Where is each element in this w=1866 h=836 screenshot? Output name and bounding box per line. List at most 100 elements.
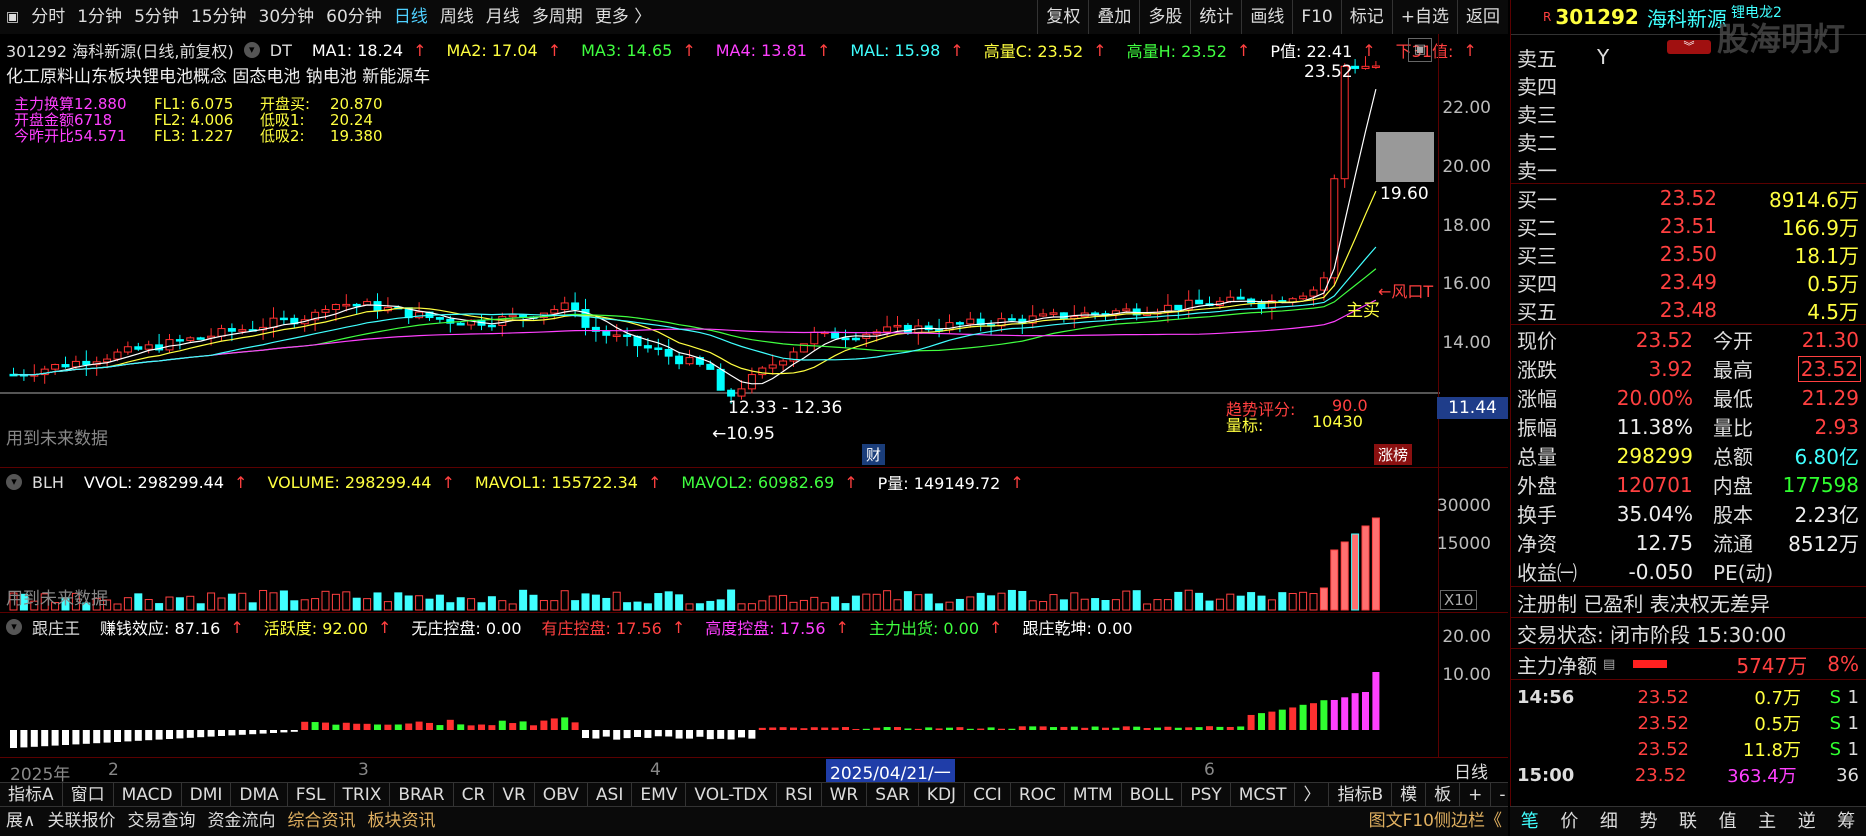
indicator-tab-13[interactable]: VOL-TDX: [686, 783, 777, 807]
volume-bar: [1185, 590, 1192, 610]
volume-bar: [1196, 593, 1203, 610]
menu-icon[interactable]: ▣: [0, 0, 25, 34]
indicator-tab-12[interactable]: EMV: [632, 783, 686, 807]
period-tab-2[interactable]: 5分钟: [128, 0, 185, 34]
quote-tab-4[interactable]: 联: [1668, 807, 1708, 836]
indicator-tab-16[interactable]: SAR: [867, 783, 919, 807]
stat-key: 收益㈠: [1511, 557, 1583, 586]
indicator-tab-17[interactable]: KDJ: [919, 783, 965, 807]
stat-row-5: 外盘120701内盘177598: [1511, 470, 1866, 499]
finance-badge[interactable]: 财: [862, 444, 885, 465]
indicator-tab-18[interactable]: CCI: [965, 783, 1011, 807]
indicator-tab-20[interactable]: MTM: [1065, 783, 1122, 807]
candlestick-chart[interactable]: [0, 34, 1440, 467]
volume-bar: [447, 603, 454, 610]
quote-tab-6[interactable]: 主: [1747, 807, 1787, 836]
status-tab-1[interactable]: 关联报价: [41, 807, 121, 836]
list-icon[interactable]: ▤: [1603, 657, 1615, 672]
indicator-tab-14[interactable]: RSI: [777, 783, 822, 807]
candle: [41, 366, 48, 384]
zhuang-bar: [343, 723, 350, 730]
indicator-tab-2[interactable]: MACD: [114, 783, 182, 807]
indicator-tab-24[interactable]: 〉: [1295, 783, 1329, 807]
indicator-tab-0[interactable]: 指标A: [0, 783, 63, 807]
candle-body: [707, 364, 714, 369]
period-tab-6[interactable]: 日线: [388, 0, 434, 34]
quote-tab-2[interactable]: 细: [1589, 807, 1629, 836]
indicator-tab-26[interactable]: 模: [1392, 783, 1426, 807]
tick-list[interactable]: 14:5623.520.7万S123.520.5万S123.5211.8万S11…: [1511, 680, 1866, 788]
toolbar-button-2[interactable]: 多股: [1139, 0, 1190, 34]
quote-tab-7[interactable]: 逆: [1787, 807, 1827, 836]
volume-bar: [1310, 594, 1317, 610]
indicator-tab-1[interactable]: 窗口: [63, 783, 114, 807]
volume-chart[interactable]: [0, 468, 1440, 613]
period-tab-9[interactable]: 多周期: [526, 0, 589, 34]
status-tab-4[interactable]: 综合资讯: [281, 807, 361, 836]
indicator-tab-28[interactable]: +: [1460, 783, 1491, 807]
quote-tab-5[interactable]: 值: [1708, 807, 1748, 836]
indicator-tab-11[interactable]: ASI: [588, 783, 632, 807]
indicator-tab-15[interactable]: WR: [822, 783, 868, 807]
zhuang-bar: [572, 722, 579, 730]
f10-sidebar-link[interactable]: 图文F10侧边栏《: [1363, 807, 1508, 836]
indicator-tab-4[interactable]: DMA: [231, 783, 287, 807]
indicator-tab-25[interactable]: 指标B: [1329, 783, 1392, 807]
quote-tab-1[interactable]: 价: [1550, 807, 1590, 836]
toolbar-button-3[interactable]: 统计: [1190, 0, 1241, 34]
indicator-tab-9[interactable]: VR: [494, 783, 534, 807]
toolbar-button-5[interactable]: F10: [1292, 0, 1340, 34]
period-tab-3[interactable]: 15分钟: [185, 0, 253, 34]
tick-row-2: 23.5211.8万S1: [1511, 736, 1866, 762]
period-tab-4[interactable]: 30分钟: [253, 0, 321, 34]
stat-key: 涨跌: [1511, 354, 1583, 383]
buy-label: 买一: [1511, 184, 1597, 213]
indicator-tab-6[interactable]: TRIX: [335, 783, 391, 807]
toolbar-button-6[interactable]: 标记: [1341, 0, 1392, 34]
indicator-tab-7[interactable]: BRAR: [390, 783, 453, 807]
tick-row-3: 15:0023.52363.4万36: [1511, 762, 1866, 788]
indicator-tab-27[interactable]: 板: [1426, 783, 1460, 807]
candle-body: [717, 369, 724, 390]
toolbar-button-1[interactable]: 叠加: [1088, 0, 1139, 34]
indicator-tab-21[interactable]: BOLL: [1122, 783, 1183, 807]
period-tab-7[interactable]: 周线: [434, 0, 480, 34]
period-tab-5[interactable]: 60分钟: [320, 0, 388, 34]
toolbar-button-8[interactable]: 返回: [1457, 0, 1508, 34]
period-tab-0[interactable]: 分时: [25, 0, 71, 34]
quote-tab-3[interactable]: 势: [1629, 807, 1669, 836]
quote-tab-8[interactable]: 筹: [1827, 807, 1866, 836]
period-tab-8[interactable]: 月线: [480, 0, 526, 34]
collapse-icon[interactable]: ︾: [1667, 40, 1711, 54]
period-tab-10[interactable]: 更多 〉: [589, 0, 657, 34]
zhuang-chart[interactable]: [0, 613, 1440, 758]
candle: [780, 359, 787, 371]
status-tab-3[interactable]: 资金流向: [201, 807, 281, 836]
toolbar-button-4[interactable]: 画线: [1241, 0, 1292, 34]
status-tab-5[interactable]: 板块资讯: [361, 807, 441, 836]
zhuang-bar: [270, 730, 277, 733]
status-tab-2[interactable]: 交易查询: [121, 807, 201, 836]
indicator-tab-23[interactable]: MCST: [1231, 783, 1296, 807]
limit-up-badge[interactable]: 涨榜: [1374, 444, 1412, 465]
volume-tick-0: 30000: [1437, 496, 1491, 516]
indicator-tab-19[interactable]: ROC: [1011, 783, 1065, 807]
quote-tab-0[interactable]: 笔: [1510, 807, 1550, 836]
status-tab-0[interactable]: 展∧: [0, 807, 41, 836]
buy-row-1: 买二23.51166.9万: [1511, 212, 1866, 240]
indicator-tab-3[interactable]: DMI: [182, 783, 232, 807]
tick-side: S: [1801, 739, 1841, 760]
candle: [52, 364, 59, 375]
indicator-tab-5[interactable]: FSL: [288, 783, 335, 807]
toolbar-button-7[interactable]: +自选: [1392, 0, 1457, 34]
zhuang-tick-0: 20.00: [1442, 627, 1491, 647]
indicator-tab-22[interactable]: PSY: [1182, 783, 1230, 807]
indicator-tab-8[interactable]: CR: [454, 783, 495, 807]
candle-body: [1331, 179, 1338, 278]
buy-price: 23.51: [1597, 214, 1717, 238]
toolbar-button-0[interactable]: 复权: [1037, 0, 1088, 34]
indicator-tab-10[interactable]: OBV: [535, 783, 588, 807]
volume-bar: [1216, 599, 1223, 610]
period-tab-1[interactable]: 1分钟: [71, 0, 128, 34]
low-range-label: 12.33 - 12.36: [728, 398, 842, 418]
